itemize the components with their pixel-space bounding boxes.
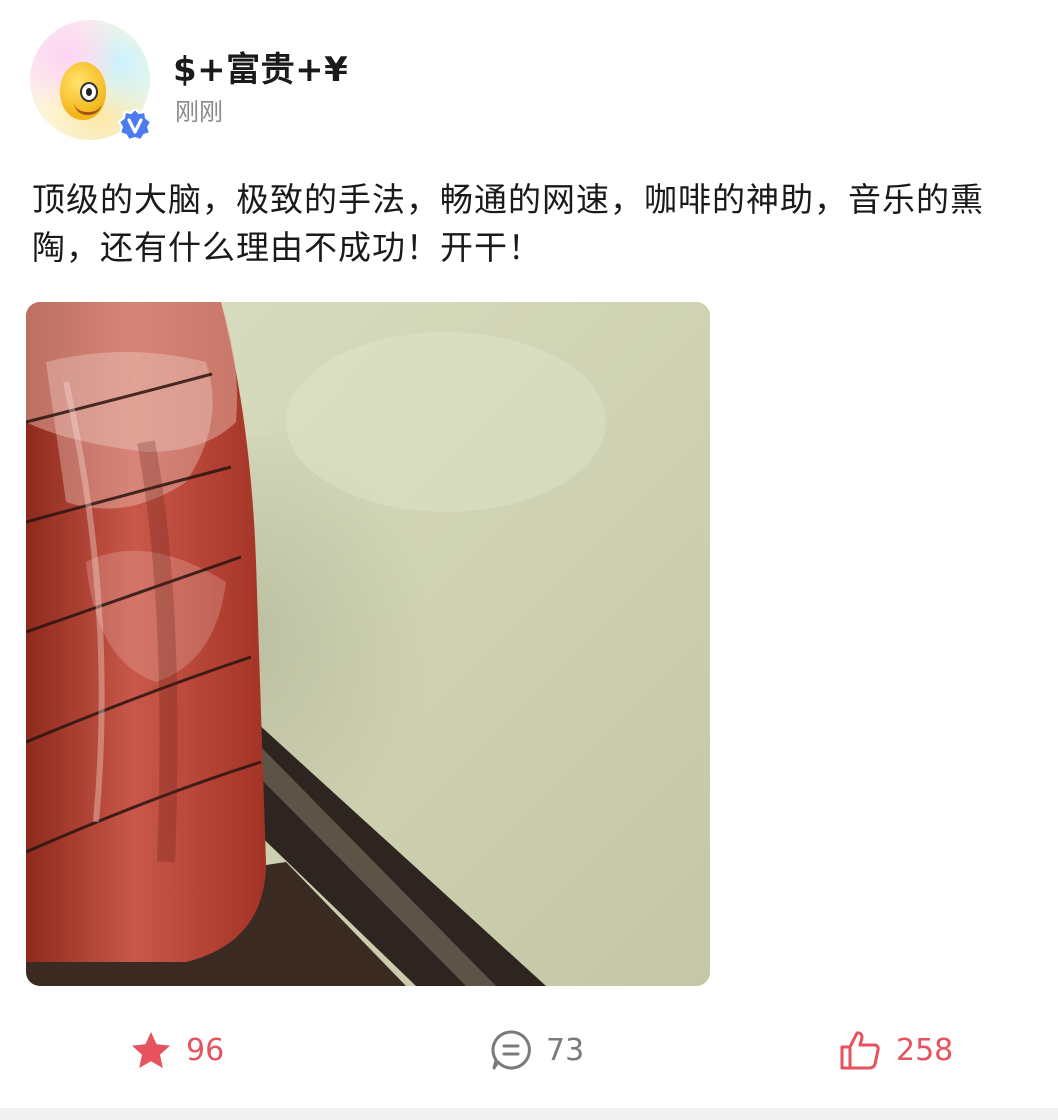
like-button[interactable]: 258 [838,1030,953,1070]
bottom-divider [0,1108,1058,1120]
photo-drink-cup-on-table-icon [26,302,710,986]
thumbs-up-icon [840,1031,880,1070]
author-avatar[interactable] [30,20,154,144]
comment-count: 73 [546,1032,585,1068]
favorite-button[interactable]: 96 [130,1030,224,1070]
post-timestamp: 刚刚 [175,98,223,126]
favorite-count: 96 [186,1032,225,1068]
post-image[interactable] [26,302,710,986]
comment-icon [491,1030,531,1070]
author-name[interactable]: $+富贵+¥ [173,42,348,91]
comment-button[interactable]: 73 [490,1030,584,1070]
like-count: 258 [896,1032,954,1068]
verified-badge-icon [118,108,152,142]
action-bar: 96 73 258 [0,1020,1058,1080]
star-icon [132,1032,170,1068]
post-text: 顶级的大脑，极致的手法，畅通的网速，咖啡的神助，音乐的熏陶，还有什么理由不成功！… [32,180,984,267]
